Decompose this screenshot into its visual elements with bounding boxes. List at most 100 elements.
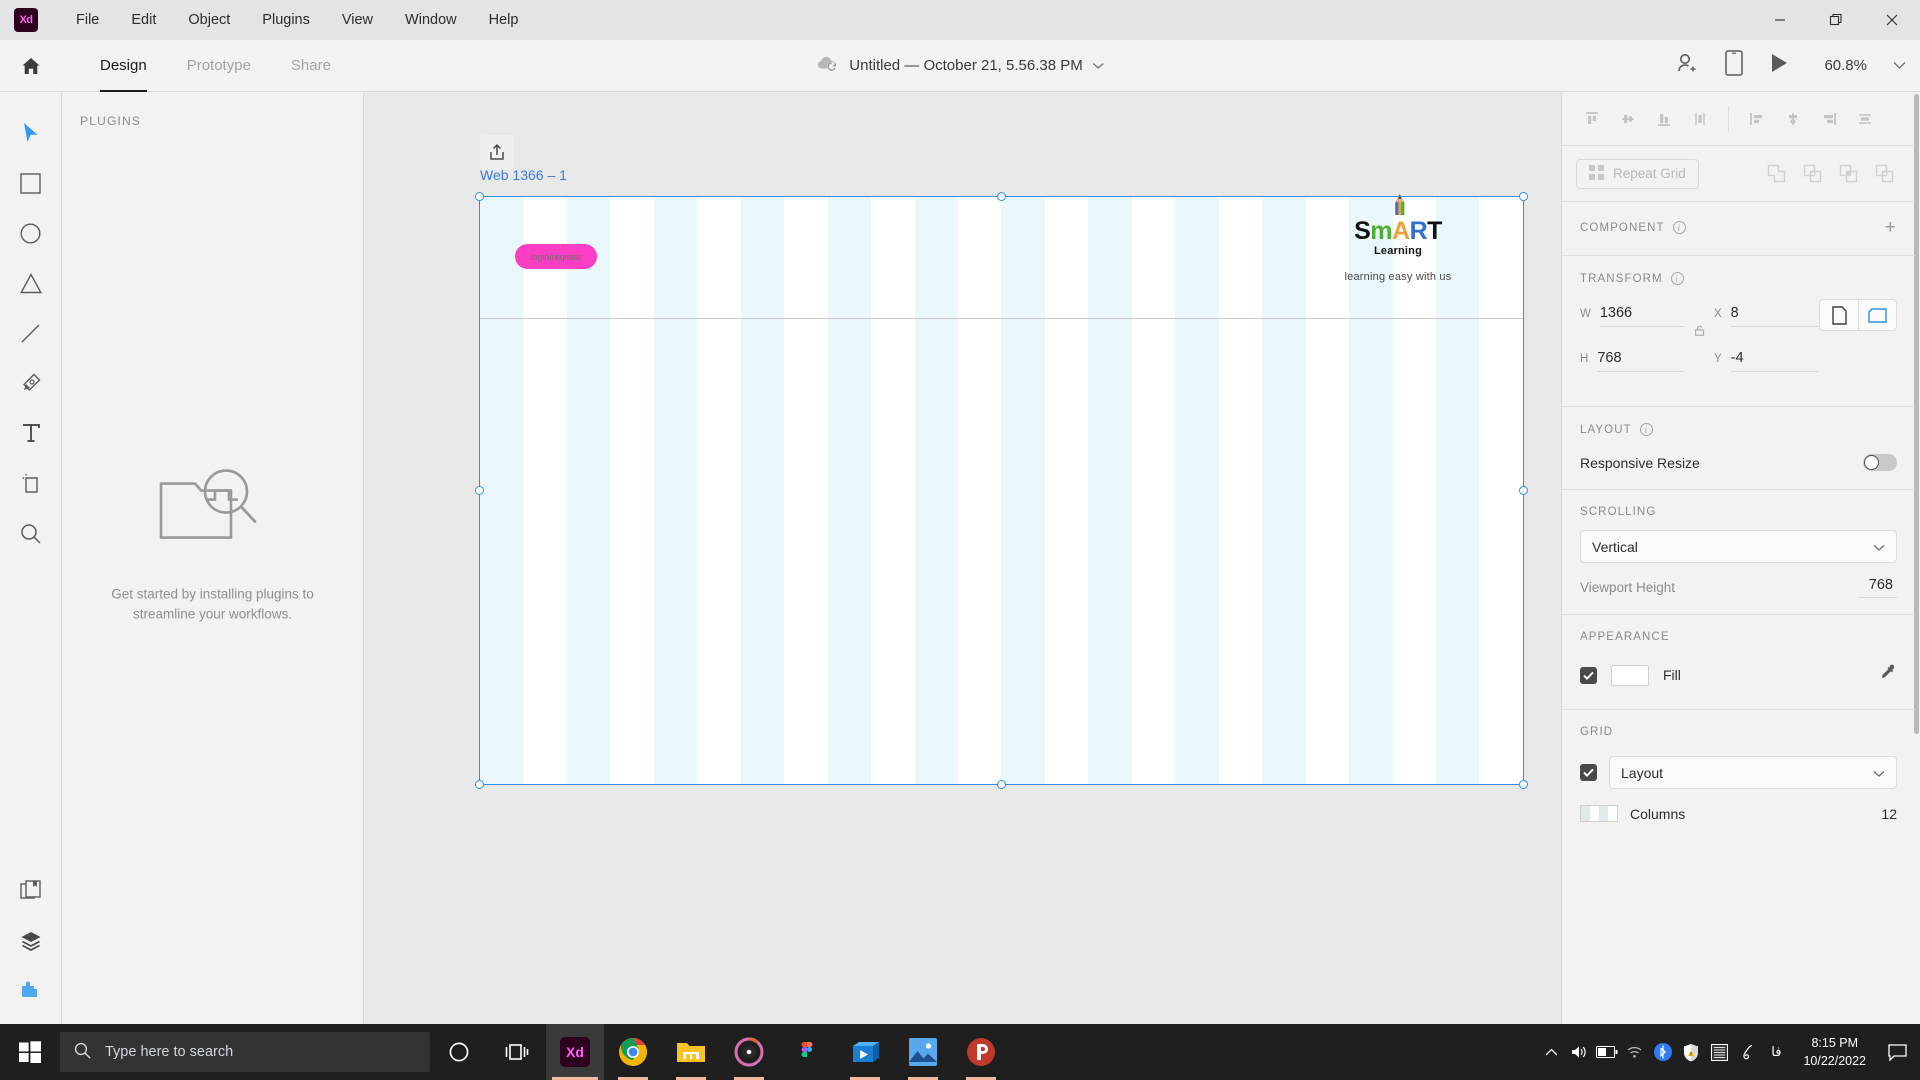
viewport-height-value[interactable]: 768 [1858, 577, 1897, 598]
artboard-tool[interactable] [6, 458, 56, 508]
media-player-taskbar-icon[interactable] [720, 1024, 778, 1080]
task-view-icon[interactable] [488, 1024, 546, 1080]
align-left-icon[interactable] [1741, 103, 1773, 135]
align-top-icon[interactable] [1576, 103, 1608, 135]
x-value[interactable]: 8 [1730, 305, 1818, 327]
align-bottom-icon[interactable] [1648, 103, 1680, 135]
design-canvas[interactable]: Web 1366 – 1 login/registar SmART Learni… [364, 92, 1561, 1024]
subtract-shape-icon[interactable] [1795, 158, 1829, 190]
menu-view[interactable]: View [326, 0, 389, 40]
ime-language-indicator[interactable]: فا [1761, 1044, 1791, 1060]
menu-window[interactable]: Window [389, 0, 473, 40]
photos-taskbar-icon[interactable] [894, 1024, 952, 1080]
export-artboard-icon[interactable] [480, 135, 514, 169]
adobe-xd-taskbar-icon[interactable]: Xd [546, 1024, 604, 1080]
windows-start-icon[interactable] [0, 1024, 60, 1080]
cortana-icon[interactable] [430, 1024, 488, 1080]
selection-handle-bottom-center[interactable] [997, 780, 1006, 789]
figma-taskbar-icon[interactable] [778, 1024, 836, 1080]
distribute-vertical-icon[interactable] [1684, 103, 1716, 135]
assets-panel-button[interactable] [6, 866, 56, 916]
add-shape-icon[interactable] [1759, 158, 1793, 190]
width-field[interactable]: W 1366 [1580, 305, 1684, 327]
artboard-web-1366[interactable]: login/registar SmART Learning learning e… [475, 192, 1528, 789]
volume-icon[interactable] [1565, 1024, 1593, 1080]
file-explorer-taskbar-icon[interactable] [662, 1024, 720, 1080]
show-hidden-icons-chevron[interactable] [1537, 1024, 1565, 1080]
bluetooth-icon[interactable] [1649, 1024, 1677, 1080]
menu-object[interactable]: Object [172, 0, 246, 40]
eyedropper-icon[interactable] [1878, 663, 1897, 687]
selection-handle-middle-right[interactable] [1519, 486, 1528, 495]
zoom-chevron-down-icon[interactable] [1893, 57, 1906, 75]
portrait-orientation-icon[interactable] [1820, 300, 1858, 330]
width-value[interactable]: 1366 [1599, 305, 1684, 327]
selection-handle-top-center[interactable] [997, 192, 1006, 201]
info-icon[interactable]: i [1670, 272, 1684, 285]
y-field[interactable]: Y -4 [1714, 350, 1818, 372]
grid-checkbox[interactable] [1580, 764, 1597, 781]
ellipse-tool[interactable] [6, 208, 56, 258]
taskbar-search-input[interactable]: Type here to search [60, 1032, 430, 1072]
invite-user-icon[interactable] [1675, 51, 1699, 80]
zoom-tool[interactable] [6, 508, 56, 558]
info-icon[interactable]: i [1639, 423, 1653, 436]
document-title[interactable]: Untitled — October 21, 5.56.38 PM [815, 55, 1105, 77]
home-icon[interactable] [0, 40, 62, 92]
unknown-tray-icon[interactable] [1705, 1024, 1733, 1080]
taskbar-clock[interactable]: 8:15 PM 10/22/2022 [1791, 1034, 1880, 1070]
landscape-orientation-icon[interactable] [1858, 300, 1896, 330]
menu-edit[interactable]: Edit [115, 0, 172, 40]
grid-type-select[interactable]: Layout [1609, 756, 1897, 789]
minimize-button[interactable] [1752, 0, 1808, 40]
chrome-taskbar-icon[interactable] [604, 1024, 662, 1080]
play-desktop-preview-icon[interactable] [1769, 52, 1789, 79]
selection-handle-top-left[interactable] [475, 192, 484, 201]
info-icon[interactable]: i [1672, 221, 1686, 234]
exclude-overlap-icon[interactable] [1867, 158, 1901, 190]
tab-design[interactable]: Design [80, 40, 167, 92]
fill-checkbox[interactable] [1580, 666, 1597, 684]
login-register-button[interactable]: login/registar [515, 244, 597, 269]
security-shield-icon[interactable] [1677, 1024, 1705, 1080]
tab-share[interactable]: Share [271, 40, 351, 92]
mobile-device-icon[interactable] [1725, 50, 1743, 81]
text-tool[interactable] [6, 408, 56, 458]
intersect-shape-icon[interactable] [1831, 158, 1865, 190]
selection-handle-bottom-left[interactable] [475, 780, 484, 789]
plugins-panel-button[interactable] [6, 966, 56, 1016]
repeat-grid-button[interactable]: Repeat Grid [1576, 158, 1699, 189]
fill-color-swatch[interactable] [1611, 664, 1649, 686]
chevron-down-icon[interactable] [1093, 57, 1105, 74]
notification-center-icon[interactable] [1880, 1024, 1914, 1080]
scrolling-select[interactable]: Vertical [1580, 530, 1897, 563]
distribute-horizontal-icon[interactable] [1849, 103, 1881, 135]
p-app-taskbar-icon[interactable] [952, 1024, 1010, 1080]
artboard-name-label[interactable]: Web 1366 – 1 [480, 167, 567, 183]
select-tool[interactable] [6, 108, 56, 158]
add-component-button[interactable]: + [1885, 218, 1897, 237]
maximize-restore-button[interactable] [1808, 0, 1864, 40]
rectangle-tool[interactable] [6, 158, 56, 208]
zoom-level-value[interactable]: 60.8% [1815, 57, 1867, 74]
movies-tv-taskbar-icon[interactable] [836, 1024, 894, 1080]
tab-prototype[interactable]: Prototype [167, 40, 271, 92]
layers-panel-button[interactable] [6, 916, 56, 966]
menu-help[interactable]: Help [473, 0, 535, 40]
wifi-icon[interactable] [1621, 1024, 1649, 1080]
grid-columns-value[interactable]: 12 [1881, 806, 1897, 822]
menu-plugins[interactable]: Plugins [246, 0, 326, 40]
pen-tool[interactable] [6, 358, 56, 408]
grid-column-color-swatch[interactable] [1580, 805, 1618, 822]
align-horizontal-center-icon[interactable] [1777, 103, 1809, 135]
battery-icon[interactable] [1593, 1024, 1621, 1080]
align-vertical-center-icon[interactable] [1612, 103, 1644, 135]
unlock-aspect-ratio-icon[interactable] [1684, 305, 1714, 336]
line-tool[interactable] [6, 308, 56, 358]
selection-handle-middle-left[interactable] [475, 486, 484, 495]
height-field[interactable]: H 768 [1580, 350, 1684, 372]
y-value[interactable]: -4 [1730, 350, 1818, 372]
menu-file[interactable]: File [60, 0, 115, 40]
align-right-icon[interactable] [1813, 103, 1845, 135]
selection-handle-bottom-right[interactable] [1519, 780, 1528, 789]
